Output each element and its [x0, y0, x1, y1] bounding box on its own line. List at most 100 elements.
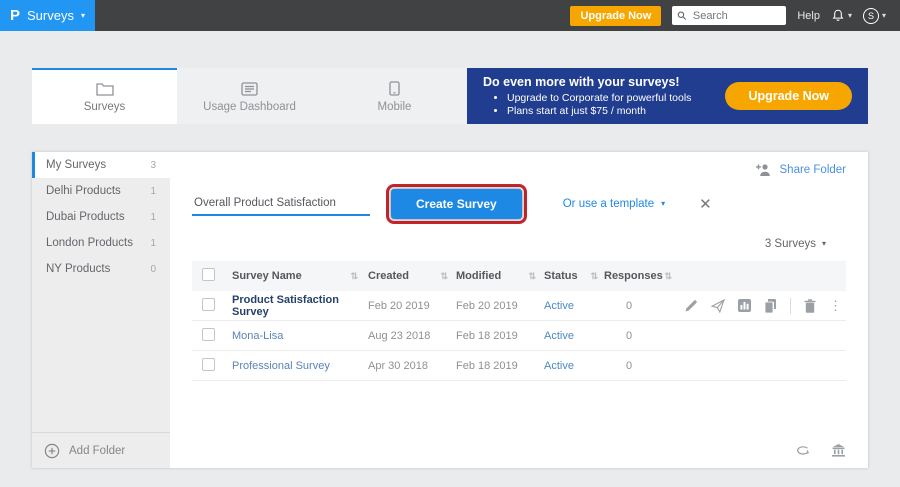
sidebar-item-ny-products[interactable]: NY Products 0 [32, 256, 170, 282]
folder-count: 1 [150, 212, 156, 223]
brand-menu[interactable]: P Surveys ▾ [0, 0, 95, 31]
created-date: Apr 30 2018 [368, 360, 428, 372]
brand-app-label: Surveys [27, 8, 74, 23]
folder-label: London Products [46, 237, 133, 249]
tab-surveys[interactable]: Surveys [32, 68, 177, 124]
chevron-down-icon: ▾ [882, 12, 886, 20]
person-add-icon [755, 163, 772, 176]
folder-count: 3 [150, 160, 156, 171]
account-menu[interactable]: S ▾ [863, 8, 886, 24]
header-modified[interactable]: Modified [456, 270, 501, 282]
bell-icon [831, 8, 845, 23]
surveys-count-label: 3 Surveys [765, 238, 816, 250]
add-folder-label: Add Folder [69, 445, 125, 457]
modified-date: Feb 18 2019 [456, 330, 518, 342]
sidebar-item-dubai-products[interactable]: Dubai Products 1 [32, 204, 170, 230]
actions-divider [790, 298, 791, 314]
trash-icon [804, 299, 816, 313]
search-icon [677, 10, 687, 21]
share-folder-button[interactable]: Share Folder [755, 163, 846, 176]
tab-label: Usage Dashboard [203, 101, 296, 113]
row-checkbox[interactable] [202, 328, 215, 341]
status-link[interactable]: Active [544, 330, 574, 342]
surveys-panel: My Surveys 3 Delhi Products 1 Dubai Prod… [32, 152, 868, 468]
bar-chart-icon [738, 299, 751, 312]
banner-title: Do even more with your surveys! [483, 75, 691, 89]
notifications-menu[interactable]: ▾ [831, 8, 852, 23]
folder-count: 1 [150, 186, 156, 197]
responses-count: 0 [604, 360, 632, 372]
row-checkbox[interactable] [202, 358, 215, 371]
survey-name-link[interactable]: Professional Survey [232, 360, 330, 372]
folder-label: Dubai Products [46, 211, 125, 223]
close-icon[interactable]: ✕ [699, 195, 712, 213]
upgrade-now-button[interactable]: Upgrade Now [570, 6, 661, 26]
avatar: S [863, 8, 879, 24]
annotation-highlight-ring: Create Survey [386, 184, 527, 224]
sidebar-item-delhi-products[interactable]: Delhi Products 1 [32, 178, 170, 204]
add-folder-button[interactable]: Add Folder [32, 432, 170, 468]
select-all-checkbox[interactable] [202, 268, 215, 281]
tab-label: Mobile [378, 101, 412, 113]
chevron-down-icon: ▾ [81, 12, 85, 20]
more-options-button[interactable]: ⋮ [829, 299, 842, 312]
status-link[interactable]: Active [544, 300, 574, 312]
delete-button[interactable] [804, 299, 816, 313]
copy-icon [764, 299, 777, 313]
help-link[interactable]: Help [797, 10, 820, 22]
created-date: Aug 23 2018 [368, 330, 430, 342]
row-checkbox[interactable] [202, 298, 215, 311]
share-folder-label: Share Folder [780, 164, 846, 176]
search-box[interactable] [672, 6, 786, 25]
pencil-icon [685, 299, 698, 312]
status-link[interactable]: Active [544, 360, 574, 372]
sidebar-item-my-surveys[interactable]: My Surveys 3 [32, 152, 170, 178]
sidebar-item-london-products[interactable]: London Products 1 [32, 230, 170, 256]
table-row: Mona-Lisa Aug 23 2018 Feb 18 2019 Active… [192, 321, 846, 351]
folder-icon [96, 82, 114, 96]
survey-name-link[interactable]: Product Satisfaction Survey [232, 294, 358, 318]
restore-button[interactable] [795, 443, 811, 457]
sort-icon[interactable]: ⇅ [440, 271, 448, 282]
survey-name-link[interactable]: Mona-Lisa [232, 330, 283, 342]
folder-count: 1 [150, 238, 156, 249]
chevron-down-icon: ▾ [848, 12, 852, 20]
new-survey-name-input[interactable] [192, 192, 370, 216]
tab-usage-dashboard[interactable]: Usage Dashboard [177, 68, 322, 124]
sort-icon[interactable]: ⇅ [590, 271, 598, 282]
questionpro-logo-icon: P [10, 8, 20, 23]
use-template-label: Or use a template [563, 198, 654, 210]
header-created[interactable]: Created [368, 270, 409, 282]
mobile-icon [389, 81, 400, 96]
banner-upgrade-button[interactable]: Upgrade Now [725, 82, 852, 110]
header-survey-name[interactable]: Survey Name [232, 270, 302, 282]
responses-count: 0 [604, 330, 632, 342]
analytics-button[interactable] [738, 299, 751, 312]
header-status[interactable]: Status [544, 270, 578, 282]
paper-plane-icon [711, 299, 725, 313]
search-input[interactable] [691, 9, 781, 23]
send-button[interactable] [711, 299, 725, 313]
copy-button[interactable] [764, 299, 777, 313]
table-header-row: Survey Name ⇅ Created ⇅ Modified ⇅ Statu… [192, 261, 846, 291]
create-survey-button[interactable]: Create Survey [391, 189, 522, 219]
archived-surveys-button[interactable] [831, 443, 846, 457]
folder-label: NY Products [46, 263, 110, 275]
dashboard-icon [241, 82, 258, 96]
edit-button[interactable] [685, 299, 698, 312]
folders-sidebar: My Surveys 3 Delhi Products 1 Dubai Prod… [32, 152, 170, 468]
sort-icon[interactable]: ⇅ [350, 271, 358, 282]
restore-loop-icon [795, 444, 811, 457]
tab-mobile[interactable]: Mobile [322, 68, 467, 124]
chevron-down-icon: ▾ [822, 240, 826, 248]
header-responses[interactable]: Responses [604, 270, 663, 282]
chevron-down-icon: ▾ [661, 200, 665, 208]
use-template-dropdown[interactable]: Or use a template ▾ [563, 198, 665, 210]
sort-icon[interactable]: ⇅ [664, 271, 672, 282]
table-row: Professional Survey Apr 30 2018 Feb 18 2… [192, 351, 846, 381]
plus-circle-icon [44, 443, 60, 459]
surveys-table: Survey Name ⇅ Created ⇅ Modified ⇅ Statu… [192, 261, 846, 381]
responses-count: 0 [604, 300, 632, 312]
surveys-count-dropdown[interactable]: 3 Surveys ▾ [192, 238, 826, 250]
sort-icon[interactable]: ⇅ [528, 271, 536, 282]
